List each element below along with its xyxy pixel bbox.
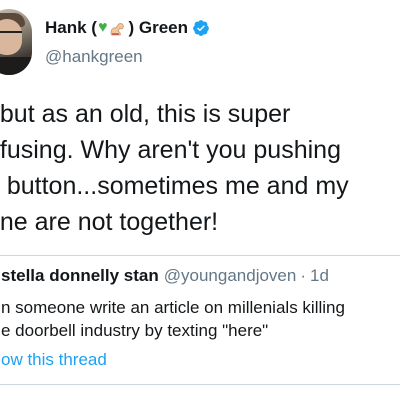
quoted-author-name[interactable]: stella donnelly stan [1,266,159,286]
flexed-arm-icon [109,18,127,38]
quoted-tweet[interactable]: stella donnelly stan @youngandjoven · 1d… [0,255,400,385]
tweet: Hank ( ♥ ) Green @hankgreen , but as an … [0,0,400,400]
avatar[interactable] [0,9,32,75]
show-thread-link[interactable]: ow this thread [1,350,107,370]
tweet-text: , but as an old, this is super nfusing. … [0,96,400,240]
author-name-prefix: Hank ( [45,18,97,37]
tweet-text-line: nfusing. Why aren't you pushing [0,136,341,164]
quoted-tweet-header: stella donnelly stan @youngandjoven · 1d [1,266,329,286]
quoted-author-handle[interactable]: @youngandjoven [164,266,297,286]
quoted-tweet-text: n someone write an article on millenials… [1,296,345,342]
author-handle[interactable]: @hankgreen [45,47,143,67]
avatar-glasses [0,31,22,38]
author-name-suffix: ) Green [128,18,188,37]
quoted-separator: · [300,266,307,285]
quoted-text-line: n someone write an article on millenials… [1,298,345,317]
quoted-text-line: e doorbell industry by texting "here" [1,321,269,340]
quoted-timestamp[interactable]: 1d [310,266,329,286]
tweet-text-line: , but as an old, this is super [0,100,291,128]
green-heart-icon: ♥ [97,19,108,36]
tweet-text-line: e button...sometimes me and my [0,172,349,200]
avatar-shirt [0,57,32,75]
tweet-text-line: one are not together! [0,208,219,236]
verified-badge-icon [193,20,209,36]
author-name[interactable]: Hank ( ♥ ) Green [45,17,210,39]
